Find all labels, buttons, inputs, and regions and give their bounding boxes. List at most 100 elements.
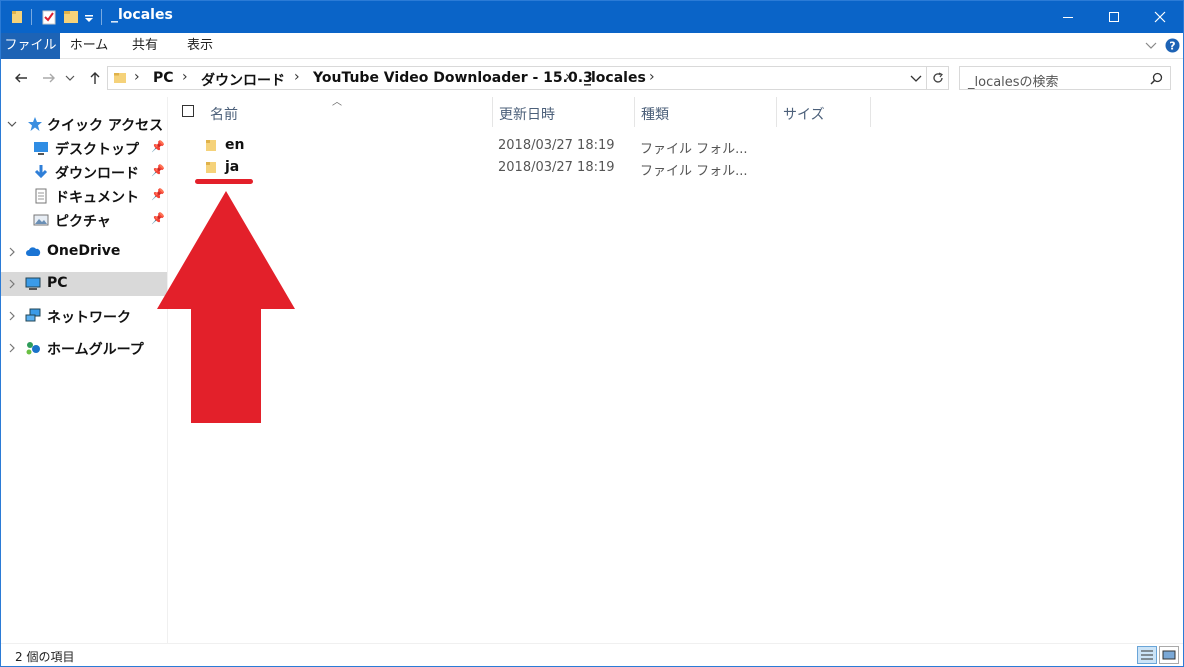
expand-ribbon-icon[interactable] [1145, 41, 1157, 51]
column-header-date[interactable]: 更新日時 [493, 97, 635, 127]
refresh-icon [932, 72, 943, 83]
desktop-icon [34, 142, 48, 155]
minimize-button[interactable] [1045, 1, 1091, 33]
close-button[interactable] [1137, 1, 1183, 33]
nav-item-desktop[interactable]: デスクトップ 📌 [1, 136, 167, 160]
address-dropdown-icon[interactable] [910, 74, 922, 83]
title-bar[interactable]: _locales [1, 1, 1183, 33]
svg-text:?: ? [1169, 40, 1175, 53]
nav-label: OneDrive [47, 243, 121, 259]
tab-view[interactable]: 表示 [175, 33, 225, 59]
forward-button[interactable] [39, 68, 59, 88]
explorer-icon [12, 11, 22, 23]
nav-item-network[interactable]: ネットワーク [1, 304, 167, 328]
quick-access-separator [31, 9, 32, 25]
annotation-up-arrow [157, 191, 295, 423]
forward-arrow-icon [43, 73, 55, 83]
star-icon [28, 117, 42, 131]
file-name[interactable]: en [225, 137, 244, 153]
nav-item-homegroup[interactable]: ホームグループ [1, 336, 167, 360]
file-list: ︿ 名前 更新日時 種類 サイズ en 2018/03/27 18:19 ファイ… [168, 97, 1183, 643]
customize-toolbar-icon[interactable] [83, 9, 95, 25]
search-placeholder: _localesの検索 [968, 75, 1059, 90]
folder-icon [114, 73, 126, 83]
crumb-separator: › [565, 69, 571, 85]
column-label-size: サイズ [783, 107, 825, 123]
search-icon[interactable] [1150, 72, 1163, 85]
pin-icon[interactable]: 📌 [151, 140, 165, 153]
tab-home[interactable]: ホーム [63, 33, 115, 59]
up-button[interactable] [85, 68, 105, 88]
minimize-icon [1063, 17, 1073, 18]
column-header-name[interactable]: ︿ 名前 [168, 97, 493, 127]
back-button[interactable] [11, 68, 31, 88]
crumb-locales[interactable]: _locales [584, 70, 646, 86]
recent-locations-button[interactable] [63, 68, 77, 88]
address-row: › PC › ダウンロード › YouTube Video Downloader… [1, 59, 1183, 97]
refresh-button[interactable] [927, 66, 949, 90]
file-type: ファイル フォル... [640, 164, 748, 179]
network-icon [25, 308, 41, 322]
title-separator [101, 9, 102, 25]
nav-item-pc[interactable]: PC [1, 272, 167, 296]
crumb-separator: › [294, 69, 300, 85]
nav-label: ドキュメント [55, 190, 139, 206]
sort-ascending-icon: ︿ [332, 97, 342, 108]
search-box[interactable]: _localesの検索 [959, 66, 1171, 90]
homegroup-icon [26, 342, 40, 355]
nav-item-documents[interactable]: ドキュメント 📌 [1, 184, 167, 208]
maximize-button[interactable] [1091, 1, 1137, 33]
explorer-window: _locales ファイル ホーム 共有 表示 ? › PC › ダウンロード … [0, 0, 1184, 667]
nav-label: ピクチャ [55, 214, 111, 230]
address-bar[interactable]: › PC › ダウンロード › YouTube Video Downloader… [107, 66, 927, 90]
tab-share[interactable]: 共有 [121, 33, 169, 59]
file-date: 2018/03/27 18:19 [498, 138, 615, 153]
crumb-pc[interactable]: PC [153, 70, 174, 86]
crumb-separator: › [134, 69, 140, 85]
large-icons-view-button[interactable] [1159, 646, 1179, 664]
select-all-checkbox[interactable] [182, 105, 194, 117]
crumb-app-folder[interactable]: YouTube Video Downloader - 15.0.3 [313, 70, 593, 86]
nav-label: ダウンロード [55, 166, 139, 182]
crumb-separator: › [649, 69, 655, 85]
chevron-right-icon[interactable] [7, 311, 17, 321]
close-icon [1154, 11, 1166, 23]
column-header-type[interactable]: 種類 [635, 97, 776, 127]
crumb-separator: › [182, 69, 188, 85]
nav-item-quick-access[interactable]: クイック アクセス [1, 112, 167, 136]
nav-label: ネットワーク [47, 310, 131, 326]
file-type: ファイル フォル... [640, 142, 748, 157]
chevron-right-icon[interactable] [7, 279, 17, 289]
crumb-downloads[interactable]: ダウンロード [201, 70, 285, 90]
tab-file[interactable]: ファイル [1, 33, 60, 59]
download-icon [34, 165, 48, 179]
status-bar: 2 個の項目 [1, 643, 1183, 666]
nav-item-downloads[interactable]: ダウンロード 📌 [1, 160, 167, 184]
table-row[interactable]: en 2018/03/27 18:19 ファイル フォル... [168, 135, 1183, 157]
chevron-right-icon[interactable] [7, 247, 17, 257]
chevron-down-icon [65, 75, 75, 81]
help-icon[interactable]: ? [1165, 38, 1180, 53]
navigation-pane: クイック アクセス デスクトップ 📌 ダウンロード 📌 ドキュメント 📌 ピクチ… [1, 97, 167, 643]
pin-icon[interactable]: 📌 [151, 164, 165, 177]
ribbon-tabs: ファイル ホーム 共有 表示 ? [1, 33, 1183, 59]
nav-label: デスクトップ [55, 142, 139, 158]
properties-icon[interactable] [41, 9, 57, 25]
up-arrow-icon [90, 72, 100, 84]
details-view-button[interactable] [1137, 646, 1157, 664]
computer-icon [25, 277, 41, 290]
column-divider[interactable] [870, 97, 871, 127]
chevron-right-icon[interactable] [7, 343, 17, 353]
table-row[interactable]: ja 2018/03/27 18:19 ファイル フォル... [168, 157, 1183, 179]
annotation-underline [195, 179, 253, 184]
column-header-size[interactable]: サイズ [777, 97, 870, 127]
file-name[interactable]: ja [225, 159, 239, 175]
nav-item-onedrive[interactable]: OneDrive [1, 240, 167, 264]
item-count: 2 個の項目 [15, 650, 75, 664]
folder-icon [206, 162, 216, 173]
nav-item-pictures[interactable]: ピクチャ 📌 [1, 208, 167, 232]
document-icon [35, 188, 47, 204]
chevron-down-icon[interactable] [7, 119, 17, 129]
new-folder-icon[interactable] [63, 9, 79, 25]
nav-label: ホームグループ [47, 342, 144, 358]
